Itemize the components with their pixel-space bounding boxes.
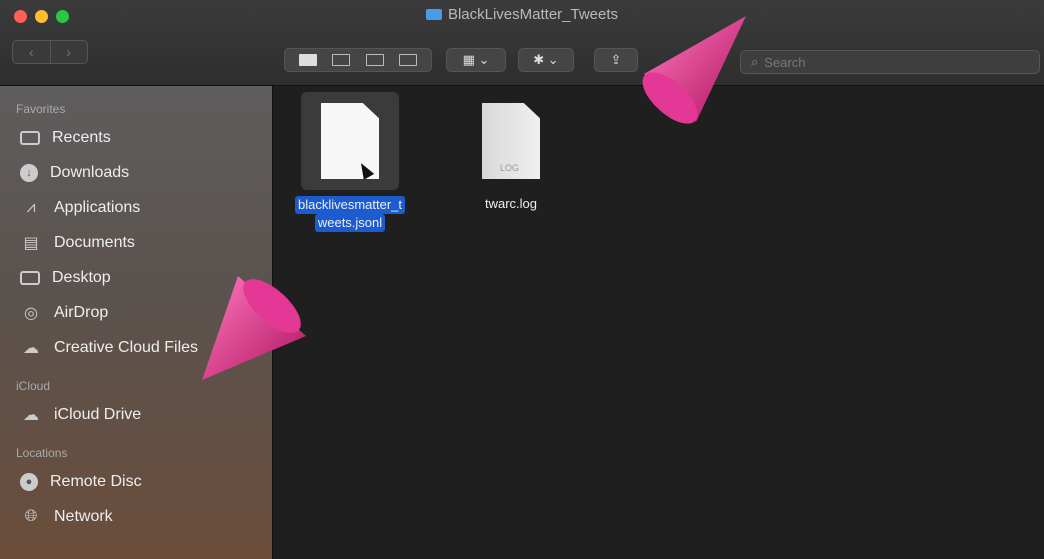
log-document-icon: LOG: [482, 103, 540, 179]
sidebar-item-label: Downloads: [50, 163, 130, 181]
sidebar-item-recents[interactable]: Recents: [0, 120, 272, 155]
sidebar-item-label: Applications: [54, 198, 141, 216]
file-name: twarc.log: [484, 196, 538, 211]
icloud-icon: ☁: [23, 406, 39, 424]
documents-icon: ▤: [23, 234, 39, 252]
disc-icon: ●: [20, 472, 38, 491]
file-name: blacklivesmatter_t weets.jsonl: [286, 196, 414, 232]
icon-view-icon[interactable]: [298, 54, 317, 66]
group-by-button[interactable]: ▦ ⌄: [446, 48, 506, 72]
sidebar-item-label: Creative Cloud Files: [54, 338, 199, 356]
sidebar-item-remote-disc[interactable]: ● Remote Disc: [0, 464, 272, 499]
sidebar-item-label: AirDrop: [54, 303, 109, 321]
file-item-log[interactable]: LOG twarc.log: [456, 92, 566, 212]
applications-icon: ⩘: [26, 198, 36, 216]
file-thumbnail: LOG: [462, 92, 560, 190]
search-field[interactable]: ⌕: [740, 50, 1040, 74]
sidebar-item-applications[interactable]: ⩘ Applications: [0, 190, 272, 225]
window-titlebar: BlackLivesMatter_Tweets ‹ › ▦ ⌄ ✱ ⌄ ⇪ ⌕: [0, 0, 1044, 86]
forward-button[interactable]: ›: [49, 41, 88, 63]
downloads-icon: ↓: [20, 163, 38, 182]
sidebar-item-label: Documents: [54, 233, 135, 251]
folder-icon: [425, 9, 442, 20]
list-view-icon[interactable]: [332, 54, 351, 66]
sidebar-item-label: Desktop: [52, 268, 111, 286]
back-button[interactable]: ‹: [13, 41, 50, 63]
sidebar-item-documents[interactable]: ▤ Documents: [0, 225, 272, 260]
sidebar-item-icloud-drive[interactable]: ☁ iCloud Drive: [0, 397, 272, 432]
file-extension-label: LOG: [500, 163, 520, 173]
action-menu-button[interactable]: ✱ ⌄: [518, 48, 574, 72]
favorites-header: Favorites: [16, 102, 66, 116]
sidebar-item-network[interactable]: 🌐︎ Network: [0, 499, 272, 534]
file-thumbnail: [301, 92, 399, 190]
recents-icon: [20, 130, 40, 145]
file-name-line-2: weets.jsonl: [314, 214, 386, 232]
sidebar-item-label: Recents: [52, 128, 111, 146]
gallery-view-icon[interactable]: [399, 54, 418, 66]
window-title: BlackLivesMatter_Tweets: [0, 6, 1044, 23]
file-name-line-1: blacklivesmatter_t: [294, 196, 406, 214]
sidebar-item-label: iCloud Drive: [54, 405, 142, 423]
network-icon: 🌐︎: [24, 507, 38, 525]
sidebar-item-label: Network: [54, 507, 113, 525]
window-title-text: BlackLivesMatter_Tweets: [447, 6, 619, 23]
file-browser-content: blacklivesmatter_t weets.jsonl LOG twarc…: [274, 86, 1044, 559]
creative-cloud-icon: ☁: [23, 339, 39, 357]
search-input[interactable]: [764, 54, 1025, 70]
locations-header: Locations: [16, 446, 68, 460]
party-cone-decoration-left: [202, 276, 306, 380]
desktop-icon: [20, 270, 40, 285]
sidebar-item-label: Remote Disc: [50, 472, 142, 490]
file-item-jsonl[interactable]: blacklivesmatter_t weets.jsonl: [286, 92, 414, 232]
share-button[interactable]: ⇪: [594, 48, 638, 72]
airdrop-icon: ◎: [24, 304, 38, 322]
party-cone-decoration-top: [642, 16, 746, 124]
view-mode-switcher: [284, 48, 432, 72]
navigation-buttons: ‹ ›: [12, 40, 88, 64]
column-view-icon[interactable]: [365, 54, 384, 66]
sidebar-item-downloads[interactable]: ↓ Downloads: [0, 155, 272, 190]
